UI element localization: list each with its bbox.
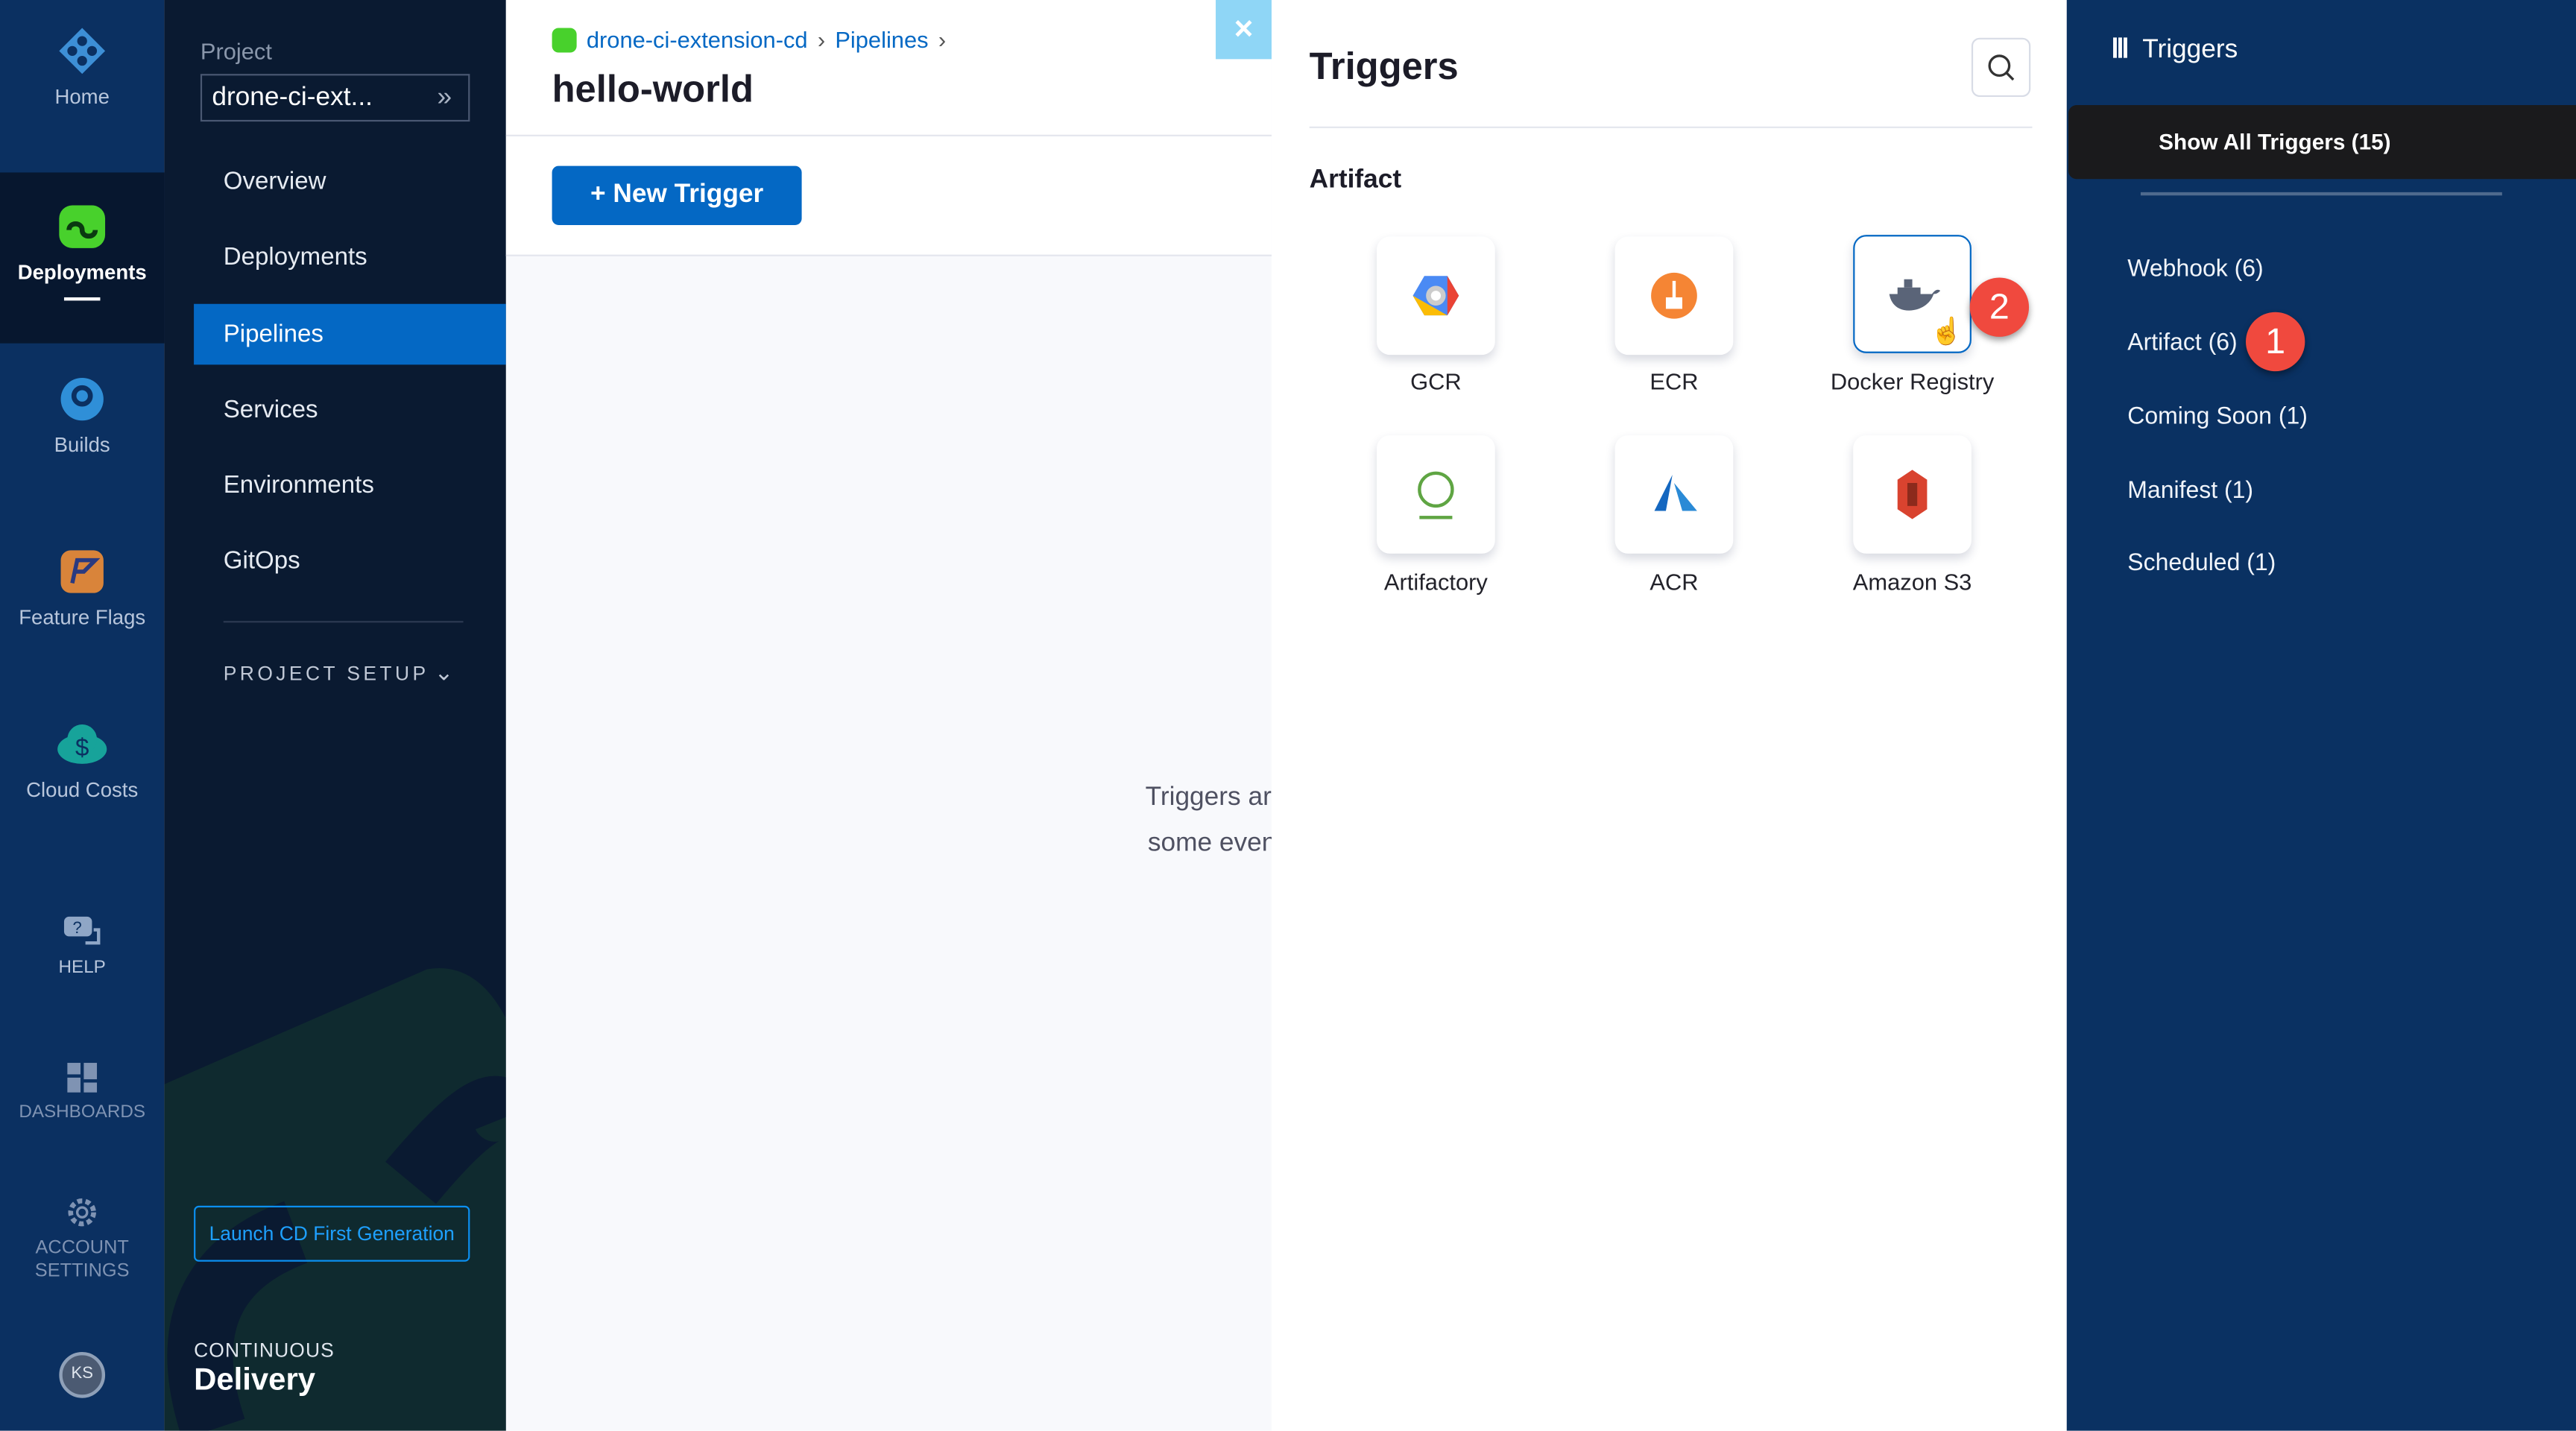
module-subtitle: CONTINUOUS [194,1339,335,1362]
tile-gcr[interactable] [1377,236,1495,356]
tile-docker-registry[interactable]: ☝ [1853,235,1972,353]
panel-header: Ⅲ Triggers [2111,33,2238,66]
close-icon: × [1234,11,1254,48]
rail-dashboards[interactable]: DASHBOARDS [0,1060,164,1122]
feature-flags-icon [60,550,104,593]
rail-label: HELP [58,957,106,978]
project-setup-toggle[interactable]: PROJECT SETUP ⌄ [223,658,464,686]
panel-title: Triggers [2142,36,2238,64]
category-scheduled[interactable]: Scheduled (1) [2127,550,2276,576]
step-badge-2: 2 [1969,277,2030,337]
rail-label: ACCOUNT SETTINGS [34,1238,130,1282]
nav-services[interactable]: Services [194,379,506,440]
rail-label: Cloud Costs [26,778,139,802]
tile-label: ACR [1650,568,1699,595]
category-artifact[interactable]: Artifact (6) [2127,330,2237,356]
rail-builds[interactable]: Builds [0,375,164,457]
module-title: Delivery [194,1363,316,1398]
tile-amazon-s3[interactable] [1853,435,1972,554]
category-coming-soon[interactable]: Coming Soon (1) [2127,404,2308,430]
new-trigger-button[interactable]: + New Trigger [552,165,802,225]
rail-account-settings[interactable]: ACCOUNT SETTINGS [0,1194,164,1283]
gear-icon [68,1198,96,1227]
show-all-triggers[interactable]: Show All Triggers (15) [2068,105,2576,180]
divider [223,621,464,623]
help-icon: ? [63,916,101,945]
tile-acr[interactable] [1614,435,1734,554]
rail-label: DASHBOARDS [19,1102,146,1122]
rail-cloud-costs[interactable]: $ Cloud Costs [0,719,164,802]
tile-label: Docker Registry [1830,367,1995,394]
project-sidebar: Project drone-ci-ext... » Overview Deploy… [164,0,506,1431]
launch-cd-first-gen-button[interactable]: Launch CD First Generation [194,1205,470,1262]
trigger-drawer: Triggers Artifact GCR ECR ☝ Docker Regis… [1271,0,2068,1431]
nav-pipelines[interactable]: Pipelines [194,303,506,365]
docker-icon [1889,279,1941,311]
rail-deployments[interactable]: Deployments [0,172,165,344]
avatar[interactable]: KS [59,1351,106,1398]
pointer-cursor-icon: ☝ [1930,318,1963,347]
gcr-icon [1412,276,1459,316]
category-manifest[interactable]: Manifest (1) [2127,478,2253,504]
pipeline-main: drone-ci-extension-cd › Pipelines › hello-… [505,0,1286,1431]
section-heading: Artifact [1309,165,1402,195]
breadcrumb-project[interactable]: drone-ci-extension-cd [587,26,808,52]
svg-text:$: $ [75,734,89,762]
project-label: Project [200,37,272,64]
trigger-categories-panel: Ⅲ Triggers Show All Triggers (15) Webhook… [2066,0,2576,1431]
dashboards-icon [67,1063,98,1093]
cloud-costs-icon: $ [57,724,107,764]
tile-label: Artifactory [1383,568,1488,595]
tile-label: Amazon S3 [1852,568,1972,595]
nav-deployments[interactable]: Deployments [194,227,506,288]
s3-icon [1897,470,1928,519]
builds-icon [60,377,104,421]
tile-artifactory[interactable] [1377,435,1495,554]
rail-help[interactable]: ? HELP [0,913,164,977]
module-rail: Home Deployments Builds Feature Flags $ … [0,0,165,1431]
project-value: drone-ci-ext... [212,83,373,112]
step-badge-1: 1 [2246,312,2305,372]
rail-home[interactable]: Home [0,26,164,108]
project-setup-label: PROJECT SETUP [223,662,429,686]
library-icon: Ⅲ [2111,36,2130,64]
rail-label: Builds [54,433,110,457]
nav-gitops[interactable]: GitOps [194,531,506,592]
project-selector[interactable]: drone-ci-ext... » [200,74,470,122]
chevron-down-icon: ⌄ [434,658,457,686]
rail-label: Home [54,85,110,109]
tile-label: GCR [1410,367,1462,394]
search-icon [1988,54,2015,81]
rail-feature-flags[interactable]: Feature Flags [0,547,164,629]
rail-label: Feature Flags [19,606,146,630]
ecr-icon [1651,272,1697,319]
tile-label: ECR [1650,367,1699,394]
rail-label: Deployments [17,261,147,285]
home-icon [59,28,106,75]
category-webhook[interactable]: Webhook (6) [2127,256,2263,282]
azure-icon [1654,474,1697,511]
drawer-title: Triggers [1309,44,1459,87]
nav-overview[interactable]: Overview [194,151,506,212]
deployments-icon [552,27,577,52]
svg-text:?: ? [72,918,81,937]
breadcrumb-pipelines[interactable]: Pipelines [835,26,928,52]
chevron-right-icon: › [817,26,826,53]
breadcrumb: drone-ci-extension-cd › Pipelines › [552,26,947,53]
close-drawer-button[interactable]: × [1216,0,1272,60]
artifactory-icon [1418,471,1454,519]
nav-environments[interactable]: Environments [194,455,506,517]
search-button[interactable] [1971,37,2031,98]
tile-ecr[interactable] [1614,236,1734,356]
deployments-icon [59,205,106,248]
page-title: hello-world [552,67,754,110]
chevron-double-right-icon: » [437,83,452,112]
chevron-right-icon: › [938,26,947,53]
